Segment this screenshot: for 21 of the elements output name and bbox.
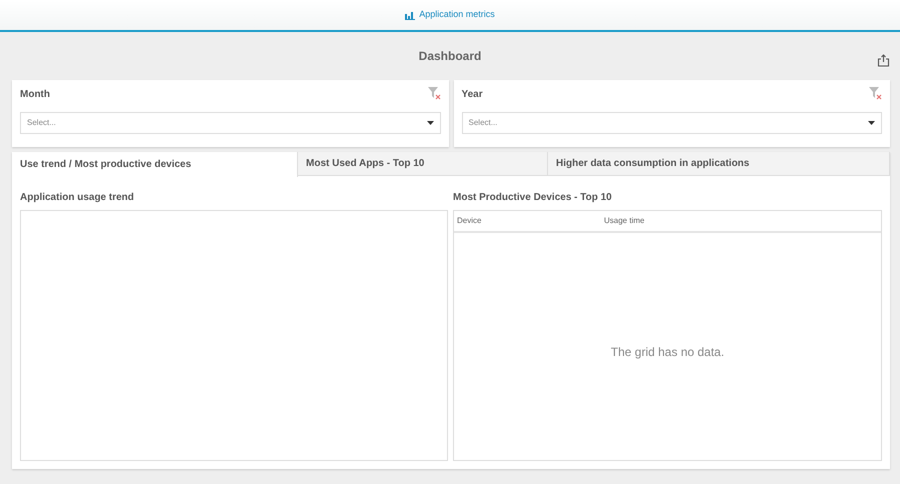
select-field[interactable]: Select... [462,112,882,134]
column-header[interactable]: Device [454,215,601,227]
clear-filter-icon[interactable] [868,86,882,100]
clear-filter-icon[interactable] [426,86,440,100]
select-field[interactable]: Select... [20,112,440,134]
panel-title: Most Productive Devices - Top 10 [453,191,613,205]
filter-label: Month [20,88,50,102]
column-header[interactable]: Usage time [601,215,648,227]
dropdown-caret-icon [868,121,875,125]
share-button[interactable] [877,54,890,67]
app-title-link[interactable]: Application metrics [405,8,495,22]
filter-label: Year [462,88,483,102]
tab[interactable]: Use trend / Most productive devices [12,152,298,177]
tab[interactable]: Most Used Apps - Top 10 [298,152,548,176]
share-icon [877,54,890,67]
tab[interactable]: Higher data consumption in applications [548,152,890,176]
bar-chart-icon [405,10,416,20]
empty-message: The grid has no data. [610,344,724,360]
panel-title: Application usage trend [20,191,135,205]
dropdown-caret-icon [426,121,434,125]
page-title: Dashboard [418,48,482,65]
